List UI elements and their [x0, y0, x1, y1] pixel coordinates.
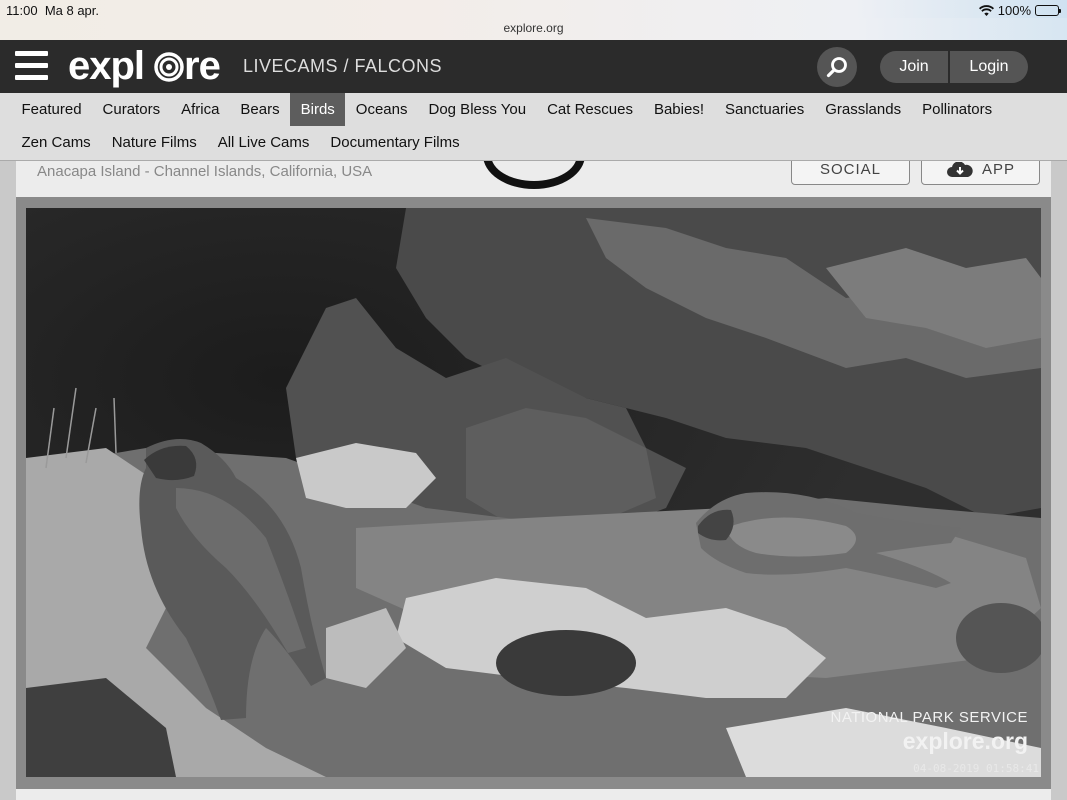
breadcrumb-section[interactable]: LIVECAMS / FALCONS [243, 56, 442, 77]
explore-logo-mark: expl re [68, 44, 221, 88]
live-video-frame[interactable]: NATIONAL PARK SERVICE explore.org 04-08-… [26, 208, 1041, 777]
battery-icon [1035, 5, 1061, 16]
social-button[interactable]: SOCIAL [791, 161, 910, 185]
video-player[interactable]: NATIONAL PARK SERVICE explore.org 04-08-… [16, 197, 1051, 789]
nav-item-all-live-cams[interactable]: All Live Cams [207, 126, 320, 159]
falcon-cam-scene [26, 208, 1041, 777]
explore-logo[interactable]: expl re [68, 43, 223, 99]
nav-item-birds[interactable]: Birds [290, 93, 346, 126]
app-button[interactable]: APP [921, 161, 1040, 185]
status-date: Ma 8 apr. [44, 3, 100, 18]
nav-item-dog-bless-you[interactable]: Dog Bless You [418, 93, 537, 126]
login-button[interactable]: Login [950, 51, 1028, 83]
nav-item-documentary-films[interactable]: Documentary Films [320, 126, 470, 159]
nav-item-oceans[interactable]: Oceans [345, 93, 418, 126]
nav-item-grasslands[interactable]: Grasslands [815, 93, 912, 126]
nav-item-babies[interactable]: Babies! [643, 93, 714, 126]
status-time: 11:00 Ma 8 apr. [6, 3, 100, 18]
svg-text:re: re [184, 44, 220, 88]
video-timestamp: 04-08-2019 01:58:41 [913, 762, 1039, 775]
status-right: 100% [978, 3, 1061, 18]
video-brand-overlay: explore.org [902, 728, 1028, 754]
download-cloud-icon [947, 162, 973, 177]
nav-item-curators[interactable]: Curators [92, 93, 171, 126]
category-nav: Featured Curators Africa Bears Birds Oceans Do… [0, 93, 1067, 161]
site-header: expl re LIVECAMS / FALCONS Join Login [0, 40, 1067, 93]
nav-item-featured[interactable]: Featured [11, 93, 92, 126]
menu-icon[interactable] [15, 51, 48, 81]
app-button-label: APP [981, 161, 1015, 178]
battery-percent: 100% [997, 3, 1031, 18]
nav-row-1: Featured Curators Africa Bears Birds Oceans Do… [11, 93, 1003, 126]
join-button[interactable]: Join [880, 51, 950, 83]
auth-buttons: Join Login [880, 51, 1028, 83]
cam-location: Anacapa Island - Channel Islands, Califo… [37, 163, 373, 180]
nav-item-zen-cams[interactable]: Zen Cams [11, 126, 101, 159]
search-icon [826, 57, 847, 78]
svg-text:expl: expl [68, 44, 144, 88]
nav-item-nature-films[interactable]: Nature Films [101, 126, 207, 159]
loading-spinner-icon [483, 161, 585, 189]
nav-row-2: Zen Cams Nature Films All Live Cams Documen… [11, 126, 470, 159]
nav-item-sanctuaries[interactable]: Sanctuaries [715, 93, 815, 126]
nav-item-pollinators[interactable]: Pollinators [912, 93, 1003, 126]
nav-item-bears[interactable]: Bears [230, 93, 290, 126]
nav-item-africa[interactable]: Africa [171, 93, 230, 126]
url-bar[interactable]: explore.org [0, 18, 1067, 40]
cam-info-bar: Anacapa Island - Channel Islands, Califo… [16, 161, 1051, 197]
below-video-strip [16, 789, 1051, 800]
wifi-icon [978, 4, 994, 16]
search-button[interactable] [817, 47, 857, 87]
nav-item-cat-rescues[interactable]: Cat Rescues [537, 93, 644, 126]
video-credit-overlay: NATIONAL PARK SERVICE [830, 709, 1028, 726]
